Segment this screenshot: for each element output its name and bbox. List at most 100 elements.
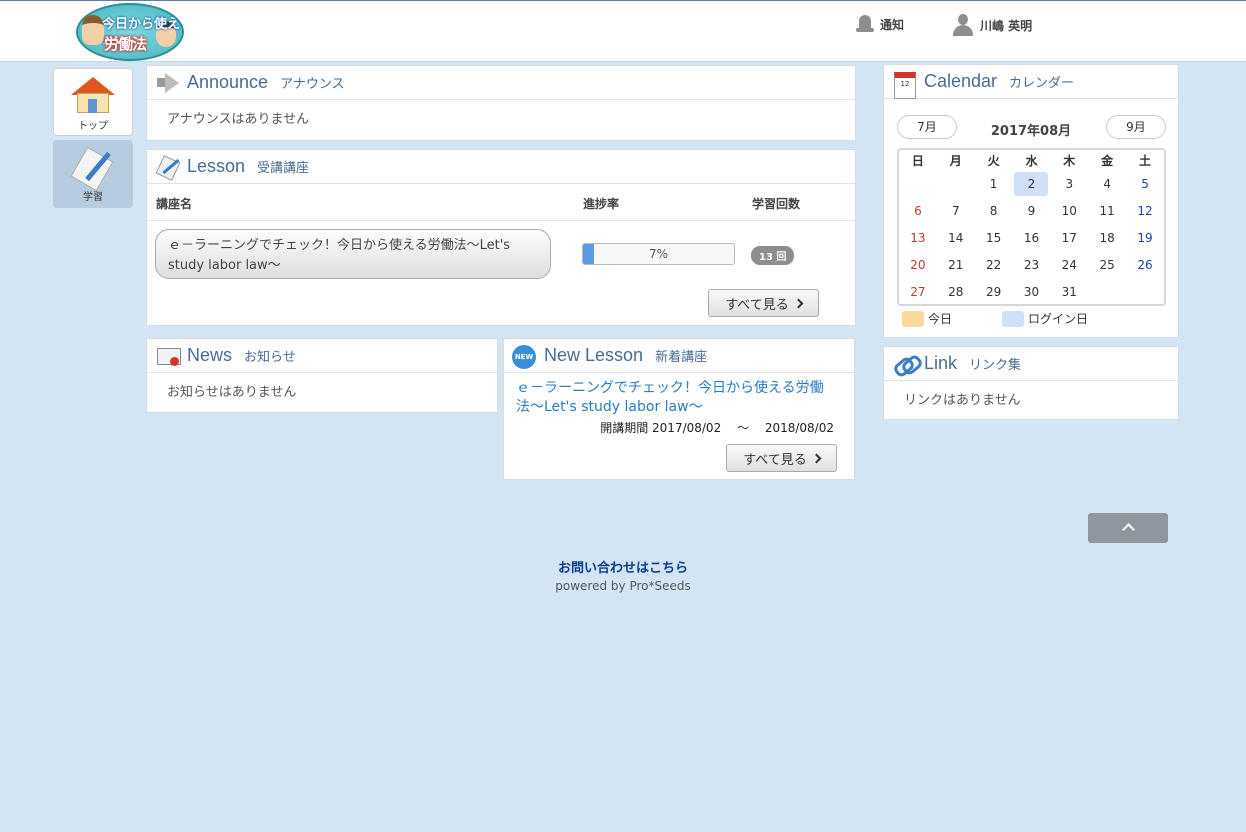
- calendar-day[interactable]: 4: [1088, 170, 1126, 197]
- column-count: 学習回数: [752, 197, 801, 211]
- calendar-day[interactable]: 3: [1050, 170, 1088, 197]
- user-menu[interactable]: 川嶋 英明: [952, 13, 1032, 37]
- announce-subtitle: アナウンス: [280, 77, 345, 92]
- calendar-day[interactable]: 29: [975, 278, 1013, 305]
- calendar-week-row: 20 21 22 23 24 25 26: [899, 251, 1164, 278]
- link-panel: Link リンク集 リンクはありません: [883, 346, 1179, 420]
- calendar-grid: 日月火水木金土 1 2 3 4 5 6 7 8 9 10 11 12 13 14 15 16 17 18 19 20 2…: [897, 148, 1166, 306]
- legend-today-swatch: [902, 310, 924, 327]
- calendar-day[interactable]: 21: [937, 251, 975, 278]
- bell-icon: [856, 13, 874, 35]
- next-month-button[interactable]: 9月: [1106, 115, 1166, 139]
- calendar-day: [937, 170, 975, 197]
- chevron-right-icon: [811, 453, 822, 463]
- calendar-day[interactable]: 7: [937, 197, 975, 224]
- weekday-header: 土: [1139, 153, 1152, 168]
- calendar-day[interactable]: 15: [975, 224, 1013, 251]
- calendar-day[interactable]: 24: [1050, 251, 1088, 278]
- user-name: 川嶋 英明: [980, 18, 1033, 33]
- new-lesson-view-all-button[interactable]: すべて見る: [726, 444, 837, 472]
- new-lesson-title: New Lesson: [544, 345, 644, 365]
- calendar-day[interactable]: 25: [1088, 251, 1126, 278]
- lesson-view-all-button[interactable]: すべて見る: [708, 289, 819, 317]
- weekday-header: 金: [1101, 153, 1114, 168]
- announce-title: Announce: [187, 72, 269, 92]
- calendar-day: [1126, 278, 1164, 305]
- link-title: Link: [924, 353, 958, 373]
- legend-today-label: 今日: [928, 312, 953, 326]
- progress-percent: 7%: [648, 247, 669, 261]
- news-header: News お知らせ: [147, 339, 497, 373]
- calendar-day[interactable]: 13: [899, 224, 937, 251]
- study-count-badge: 13 回: [751, 246, 795, 265]
- progress-bar: 7%: [582, 243, 735, 265]
- site-logo[interactable]: 今日から使える 労働法: [76, 3, 184, 61]
- nav-home-button[interactable]: トップ: [53, 68, 133, 136]
- news-title: News: [187, 345, 233, 365]
- new-lesson-panel: New Lesson 新着講座 ｅ－ラーニングでチェック！今日から使える労働法～…: [503, 338, 855, 480]
- top-header: 今日から使える 労働法 通知 川嶋 英明: [0, 0, 1246, 62]
- calendar-day[interactable]: 20: [899, 251, 937, 278]
- calendar-week-row: 6 7 8 9 10 11 12: [899, 197, 1164, 224]
- lesson-panel: Lesson 受講講座 講座名 進捗率 学習回数 ｅ－ラーニングでチェック！今日…: [146, 149, 856, 326]
- calendar-day[interactable]: 16: [1013, 224, 1051, 251]
- news-empty-message: お知らせはありません: [167, 385, 297, 400]
- calendar-day: [1088, 278, 1126, 305]
- calendar-day[interactable]: 31: [1050, 278, 1088, 305]
- calendar-day: [899, 170, 937, 197]
- calendar-day[interactable]: 14: [937, 224, 975, 251]
- calendar-day[interactable]: 18: [1088, 224, 1126, 251]
- lesson-table-header: 講座名 進捗率 学習回数: [147, 184, 855, 221]
- lesson-view-all-label: すべて見る: [725, 297, 789, 313]
- notification-button[interactable]: 通知: [856, 13, 904, 35]
- calendar-day[interactable]: 8: [975, 197, 1013, 224]
- calendar-day[interactable]: 2: [1013, 170, 1051, 197]
- nav-study-button[interactable]: 学習: [53, 140, 133, 208]
- contact-link[interactable]: お問い合わせはこちら: [0, 557, 1246, 576]
- back-to-top-button[interactable]: [1088, 513, 1168, 543]
- lesson-title: Lesson: [187, 156, 246, 176]
- calendar-day[interactable]: 9: [1013, 197, 1051, 224]
- study-icon: [70, 146, 115, 192]
- legend-login-label: ログイン日: [1028, 312, 1089, 326]
- link-subtitle: リンク集: [969, 358, 1022, 373]
- column-course: 講座名: [156, 197, 193, 211]
- calendar-day[interactable]: 26: [1126, 251, 1164, 278]
- news-subtitle: お知らせ: [244, 350, 296, 365]
- new-lesson-header: New Lesson 新着講座: [504, 339, 854, 373]
- new-badge-icon: [512, 344, 538, 369]
- new-lesson-view-all-label: すべて見る: [743, 452, 807, 468]
- calendar-day[interactable]: 12: [1126, 197, 1164, 224]
- calendar-day[interactable]: 10: [1050, 197, 1088, 224]
- calendar-day[interactable]: 22: [975, 251, 1013, 278]
- calendar-day[interactable]: 30: [1013, 278, 1051, 305]
- calendar-icon: [892, 71, 918, 99]
- calendar-day[interactable]: 28: [937, 278, 975, 305]
- calendar-day[interactable]: 6: [899, 197, 937, 224]
- link-chain-icon: [892, 353, 918, 375]
- table-row: ｅ－ラーニングでチェック！今日から使える労働法～Let's study labo…: [147, 221, 855, 287]
- notification-label: 通知: [880, 17, 905, 32]
- calendar-day[interactable]: 19: [1126, 224, 1164, 251]
- calendar-day[interactable]: 17: [1050, 224, 1088, 251]
- calendar-day[interactable]: 11: [1088, 197, 1126, 224]
- logo-girl-image: [82, 15, 104, 45]
- legend-login: ログイン日: [1002, 310, 1088, 327]
- weekday-header: 火: [987, 153, 1000, 168]
- mail-icon: [155, 345, 181, 367]
- calendar-panel: Calendar カレンダー 7月 2017年08月 9月 日月火水木金土 12…: [883, 64, 1179, 338]
- home-icon: [71, 75, 115, 115]
- announce-header: Announce アナウンス: [147, 66, 855, 100]
- calendar-day[interactable]: 1: [975, 170, 1013, 197]
- lesson-header: Lesson 受講講座: [147, 150, 855, 184]
- lesson-icon: [155, 156, 181, 178]
- nav-study-label: 学習: [83, 192, 103, 203]
- course-link-button[interactable]: ｅ－ラーニングでチェック！今日から使える労働法～Let's study labo…: [155, 229, 551, 279]
- new-lesson-course-link[interactable]: ｅ－ラーニングでチェック！今日から使える労働法～Let's study labo…: [516, 379, 836, 417]
- calendar-subtitle: カレンダー: [1009, 76, 1075, 91]
- calendar-header: Calendar カレンダー: [884, 65, 1178, 99]
- calendar-day[interactable]: 27: [899, 278, 937, 305]
- calendar-day[interactable]: 23: [1013, 251, 1051, 278]
- calendar-day[interactable]: 5: [1126, 170, 1164, 197]
- weekday-header: 木: [1063, 153, 1076, 168]
